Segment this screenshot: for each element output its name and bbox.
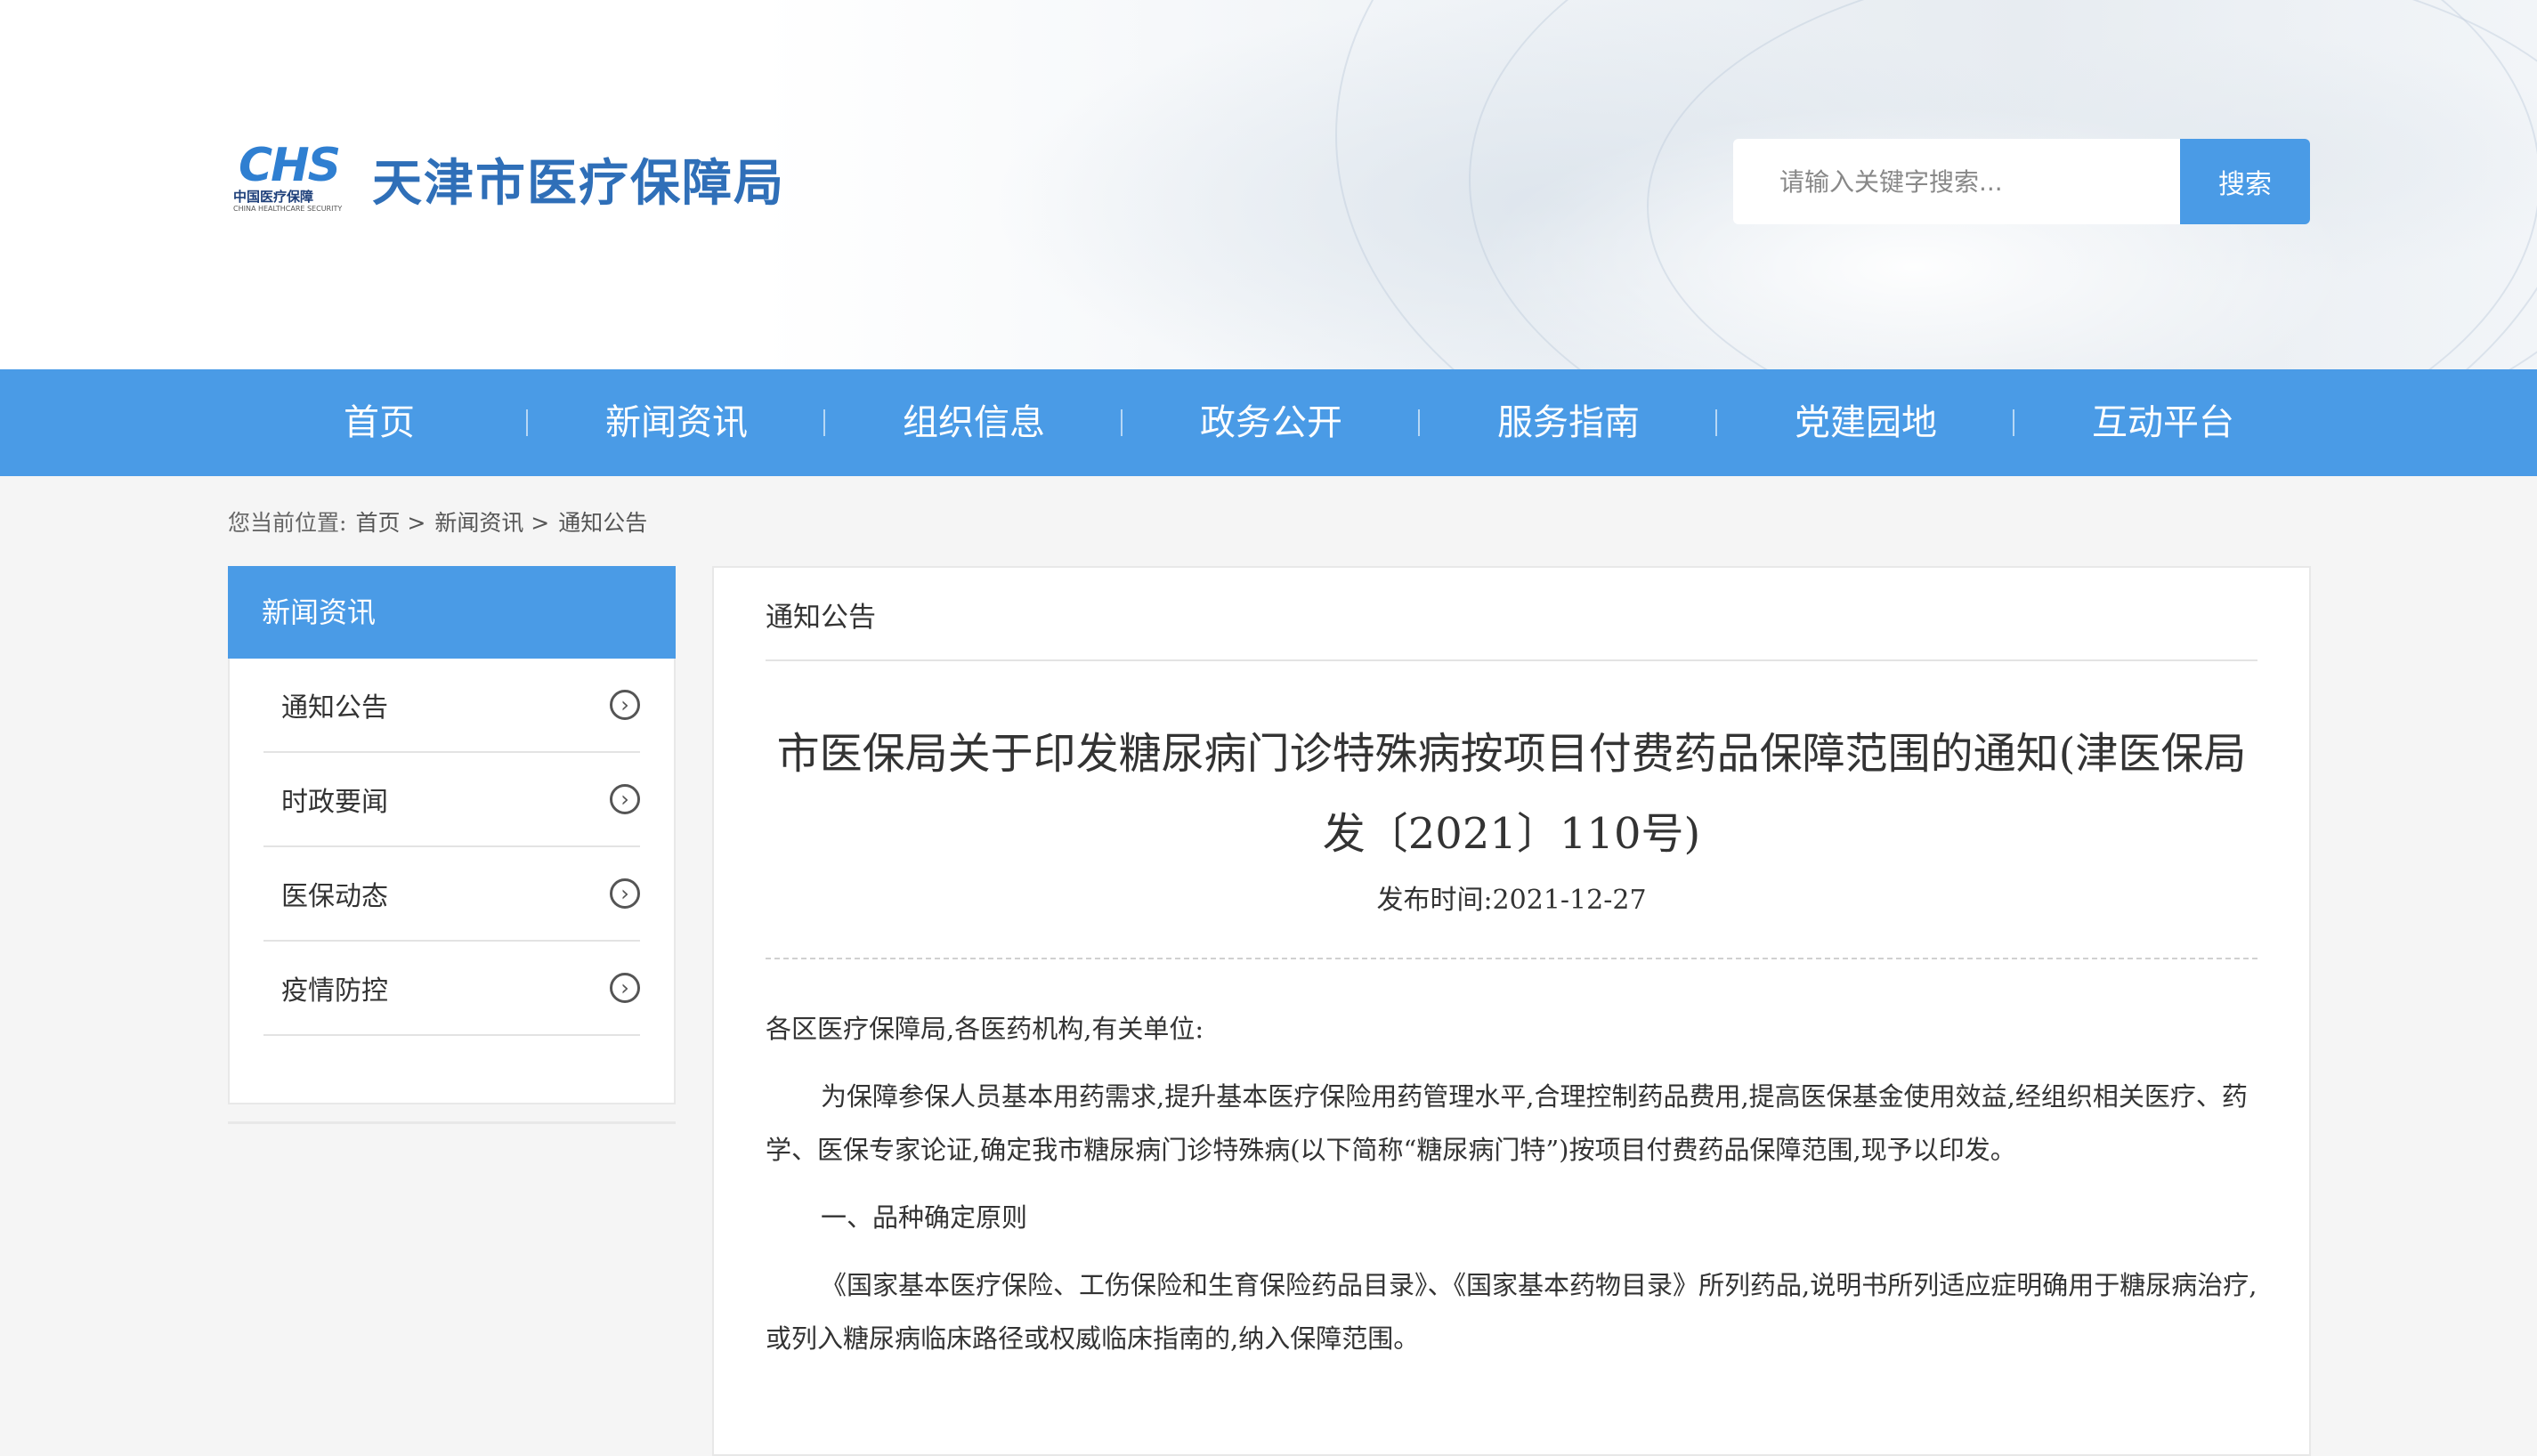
sidebar-item-insurance-news[interactable]: 医保动态 › — [263, 847, 640, 942]
salutation: 各区医疗保障局,各医药机构,有关单位: — [766, 1014, 1204, 1044]
publish-date: 发布时间:2021-12-27 — [1376, 885, 1647, 916]
chevron-right-circle-icon: › — [610, 878, 640, 909]
nav-item-party-building[interactable]: 党建园地 — [1717, 369, 2014, 476]
sidebar-item-label: 疫情防控 — [281, 975, 388, 1007]
sidebar-item-notices[interactable]: 通知公告 › — [263, 659, 640, 753]
chevron-right-circle-icon: › — [610, 784, 640, 814]
search-bar: 搜索 — [1733, 139, 2310, 224]
main-nav: 首页 新闻资讯 组织信息 政务公开 服务指南 党建园地 互动平台 — [0, 369, 2537, 476]
search-button[interactable]: 搜索 — [2180, 139, 2310, 224]
logo-en-text: CHINA HEALTHCARE SECURITY — [233, 205, 343, 213]
nav-item-government-affairs[interactable]: 政务公开 — [1123, 369, 1420, 476]
site-logo[interactable]: CHS 中国医疗保障 CHINA HEALTHCARE SECURITY 天津市… — [233, 142, 785, 215]
site-header: CHS 中国医疗保障 CHINA HEALTHCARE SECURITY 天津市… — [0, 0, 2537, 369]
logo-cn-text: 中国医疗保障 — [233, 189, 314, 205]
nav-item-service-guide[interactable]: 服务指南 — [1420, 369, 1717, 476]
sidebar-item-label: 通知公告 — [281, 692, 388, 724]
section-title: 通知公告 — [766, 602, 876, 634]
dashed-divider — [766, 958, 2257, 959]
paragraph: 《国家基本医疗保险、工伤保险和生育保险药品目录》、《国家基本药物目录》所列药品,… — [766, 1270, 2257, 1354]
article-title: 市医保局关于印发糖尿病门诊特殊病按项目付费药品保障范围的通知(津医保局发〔202… — [776, 729, 2247, 859]
article-panel: 通知公告 市医保局关于印发糖尿病门诊特殊病按项目付费药品保障范围的通知(津医保局… — [712, 566, 2311, 1456]
sidebar-footer-divider — [228, 1121, 676, 1124]
nav-item-organization[interactable]: 组织信息 — [825, 369, 1123, 476]
chevron-right-circle-icon: › — [610, 690, 640, 720]
site-title: 天津市医疗保障局 — [372, 154, 785, 213]
divider — [766, 659, 2257, 661]
chs-logo-icon: CHS 中国医疗保障 CHINA HEALTHCARE SECURITY — [233, 142, 349, 215]
sidebar-item-political-news[interactable]: 时政要闻 › — [263, 753, 640, 847]
article-body: 各区医疗保障局,各医药机构,有关单位: 为保障参保人员基本用药需求,提升基本医疗… — [766, 1002, 2257, 1379]
breadcrumb-home[interactable]: 首页 > — [355, 506, 426, 538]
sidebar-title: 新闻资讯 — [228, 566, 676, 659]
breadcrumb-news[interactable]: 新闻资讯 > — [434, 506, 549, 538]
paragraph: 为保障参保人员基本用药需求,提升基本医疗保险用药管理水平,合理控制药品费用,提高… — [766, 1081, 2248, 1165]
sidebar: 新闻资讯 通知公告 › 时政要闻 › 医保动态 › 疫情防控 › — [228, 566, 676, 1104]
nav-item-home[interactable]: 首页 — [231, 369, 528, 476]
sidebar-item-label: 医保动态 — [281, 881, 388, 912]
nav-item-interaction[interactable]: 互动平台 — [2014, 369, 2312, 476]
sidebar-item-label: 时政要闻 — [281, 787, 388, 818]
breadcrumb-current[interactable]: 通知公告 — [558, 506, 647, 538]
chevron-right-circle-icon: › — [610, 973, 640, 1003]
breadcrumb: 您当前位置: 首页 > 新闻资讯 > 通知公告 — [228, 506, 647, 538]
nav-item-news[interactable]: 新闻资讯 — [528, 369, 825, 476]
breadcrumb-label: 您当前位置: — [228, 510, 347, 536]
sidebar-item-epidemic-control[interactable]: 疫情防控 › — [263, 942, 640, 1036]
section-heading: 一、品种确定原则 — [821, 1202, 1028, 1233]
search-input[interactable] — [1733, 139, 2180, 224]
sidebar-list: 通知公告 › 时政要闻 › 医保动态 › 疫情防控 › — [263, 659, 640, 1036]
logo-mark-text: CHS — [239, 139, 341, 192]
